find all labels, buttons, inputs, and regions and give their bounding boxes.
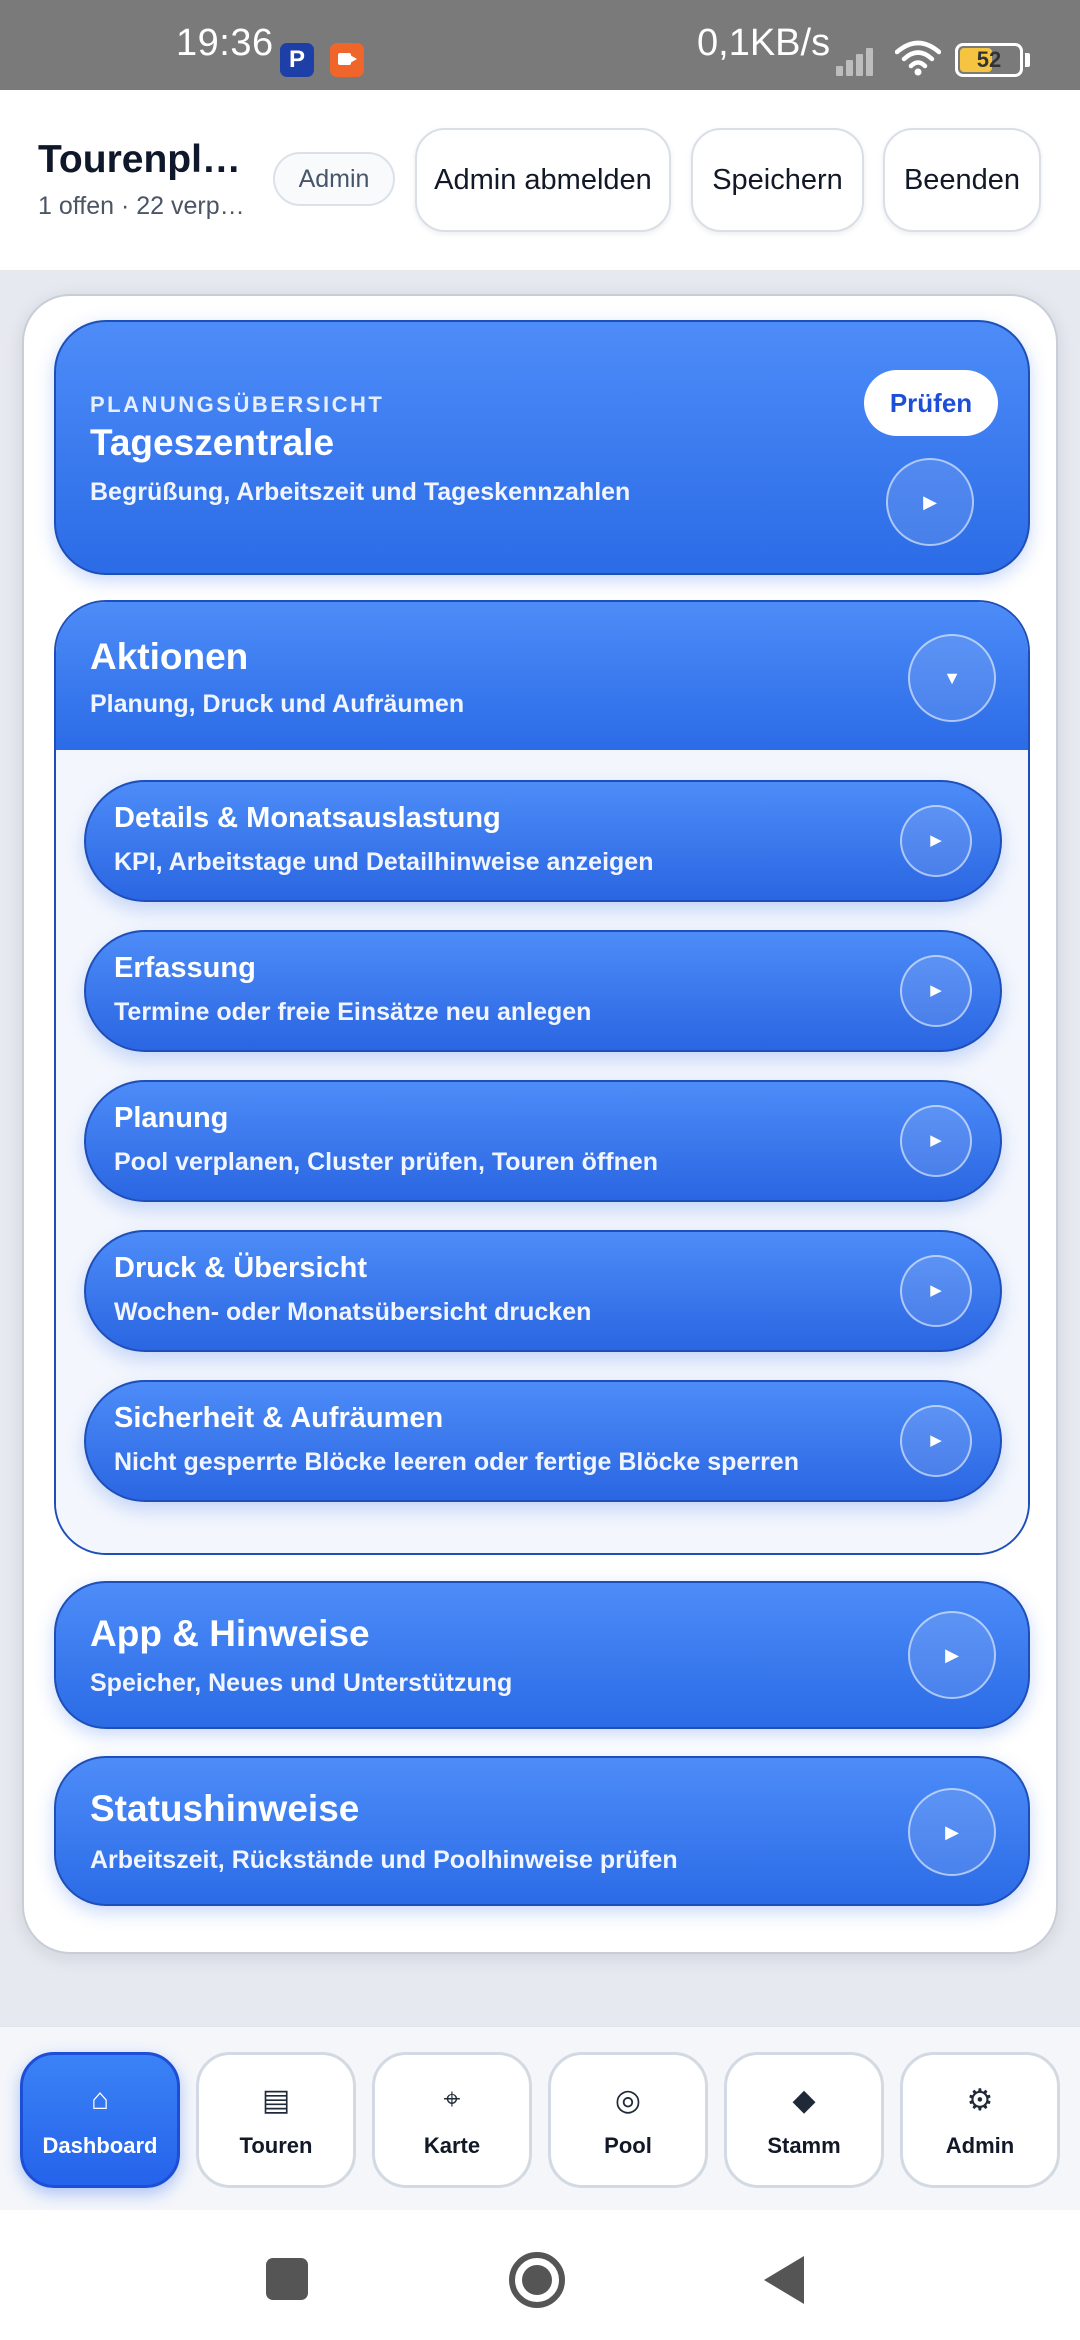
action-item-details[interactable]: Details & Monatsauslastung KPI, Arbeitst… [84,780,1002,902]
check-button[interactable]: Prüfen [864,370,998,436]
status-time: 19:36 [176,22,274,64]
nav-dashboard[interactable]: ⌂ Dashboard [20,2052,180,2188]
play-icon: ▶ [930,1132,942,1149]
app-info-card[interactable]: App & Hinweise Speicher, Neues und Unter… [54,1581,1030,1729]
nav-label: Karte [423,2133,481,2158]
target-icon: ◎ [614,2084,642,2117]
nav-touren[interactable]: ▤ Touren [196,2052,356,2188]
battery-tip [1025,53,1030,67]
nav-admin[interactable]: ⚙ Admin [900,2052,1060,2188]
chevron-down-icon: ▼ [943,668,961,688]
paypal-notification-icon: P [280,43,314,77]
status-hints-subtitle: Arbeitszeit, Rückstände und Poolhinweise… [90,1846,678,1874]
app-info-subtitle: Speicher, Neues und Unterstützung [90,1669,513,1697]
page-subtitle: 1 offen · 22 verp… [38,192,245,220]
action-item-title: Planung [114,1102,229,1134]
nav-karte[interactable]: ⌖ Karte [372,2052,532,2188]
home-button-icon[interactable] [509,2252,565,2308]
video-camera-notification-icon [330,43,364,77]
action-item-subtitle: Pool verplanen, Cluster prüfen, Touren ö… [114,1148,659,1176]
nav-label: Pool [604,2133,652,2158]
play-icon: ▶ [945,1645,959,1665]
app-info-open-button[interactable]: ▶ [908,1611,996,1699]
action-item-subtitle: Wochen- oder Monatsübersicht drucken [114,1298,592,1326]
battery-icon: 52 [955,43,1023,77]
nav-label: Dashboard [42,2133,158,2158]
admin-logout-button[interactable]: Admin abmelden [415,128,671,232]
action-item-open-button[interactable]: ▶ [900,1405,972,1477]
overview-subtitle: Begrüßung, Arbeitszeit und Tageskennzahl… [90,478,631,506]
action-item-subtitle: Termine oder freie Einsätze neu anlegen [114,998,592,1026]
recent-apps-icon[interactable] [266,2258,308,2300]
list-icon: ▤ [261,2084,291,2117]
action-item-druck[interactable]: Druck & Übersicht Wochen- oder Monatsübe… [84,1230,1002,1352]
action-item-title: Druck & Übersicht [114,1252,368,1284]
action-item-planung[interactable]: Planung Pool verplanen, Cluster prüfen, … [84,1080,1002,1202]
diamond-icon: ◆ [792,2084,816,2117]
system-navigation-bar [0,2210,1080,2340]
nav-label: Admin [945,2133,1015,2158]
actions-title: Aktionen [90,636,249,677]
actions-header[interactable]: Aktionen Planung, Druck und Aufräumen ▼ [56,602,1028,750]
action-item-subtitle: Nicht gesperrte Blöcke leeren oder ferti… [114,1448,799,1476]
actions-section: Aktionen Planung, Druck und Aufräumen ▼ … [54,600,1030,1555]
crosshair-icon: ⌖ [443,2083,461,2116]
status-hints-open-button[interactable]: ▶ [908,1788,996,1876]
battery-percent: 52 [976,47,1002,72]
status-bar: 19:36 P 0,1KB/s 52 [0,0,1080,90]
nav-stamm[interactable]: ◆ Stamm [724,2052,884,2188]
back-icon[interactable] [764,2256,804,2304]
actions-collapse-button[interactable]: ▼ [908,634,996,722]
gear-icon: ⚙ [966,2084,994,2117]
action-item-subtitle: KPI, Arbeitstage und Detailhinweise anze… [114,848,654,876]
bottom-navigation: ⌂ Dashboard ▤ Touren ⌖ Karte ◎ Pool ◆ St… [0,2026,1080,2210]
nav-label: Stamm [767,2133,841,2158]
overview-card[interactable]: PLANUNGSÜBERSICHT Tageszentrale Begrüßun… [54,320,1030,575]
nav-label: Touren [239,2133,313,2158]
action-item-open-button[interactable]: ▶ [900,1255,972,1327]
action-item-sicherheit[interactable]: Sicherheit & Aufräumen Nicht gesperrte B… [84,1380,1002,1502]
action-item-open-button[interactable]: ▶ [900,1105,972,1177]
network-speed: 0,1KB/s [697,22,831,64]
overview-eyebrow: PLANUNGSÜBERSICHT [90,392,385,417]
quit-button[interactable]: Beenden [883,128,1041,232]
action-item-title: Details & Monatsauslastung [114,802,501,834]
play-icon: ▶ [930,1282,942,1299]
actions-subtitle: Planung, Druck und Aufräumen [90,690,465,718]
status-hints-card[interactable]: Statushinweise Arbeitszeit, Rückstände u… [54,1756,1030,1906]
app-header: Tourenpl… 1 offen · 22 verp… Admin Admin… [0,90,1080,271]
page-title: Tourenpl… [38,138,241,181]
play-icon: ▶ [930,1432,942,1449]
play-icon: ▶ [923,492,937,512]
action-item-title: Sicherheit & Aufräumen [114,1402,444,1434]
app-info-title: App & Hinweise [90,1613,370,1654]
play-icon: ▶ [945,1822,959,1842]
save-button[interactable]: Speichern [691,128,864,232]
action-item-title: Erfassung [114,952,256,984]
play-icon: ▶ [930,982,942,999]
dashboard-panel: PLANUNGSÜBERSICHT Tageszentrale Begrüßun… [22,294,1058,1954]
overview-title: Tageszentrale [90,422,335,463]
role-badge: Admin [273,152,395,206]
action-item-open-button[interactable]: ▶ [900,955,972,1027]
play-icon: ▶ [930,832,942,849]
nav-pool[interactable]: ◎ Pool [548,2052,708,2188]
actions-list: Details & Monatsauslastung KPI, Arbeitst… [56,750,1028,1553]
action-item-erfassung[interactable]: Erfassung Termine oder freie Einsätze ne… [84,930,1002,1052]
status-hints-title: Statushinweise [90,1788,360,1829]
action-item-open-button[interactable]: ▶ [900,805,972,877]
signal-icon [836,44,882,76]
wifi-icon [895,40,941,76]
overview-open-button[interactable]: ▶ [886,458,974,546]
home-icon: ⌂ [90,2083,110,2116]
